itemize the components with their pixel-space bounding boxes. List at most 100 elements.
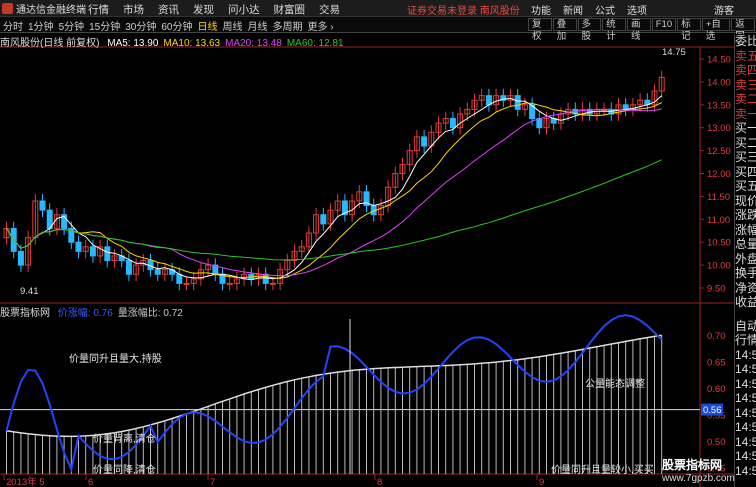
side-panel-item[interactable]: 14:5 <box>735 420 756 435</box>
side-panel-item[interactable]: 总量 <box>735 237 756 252</box>
side-panel-item[interactable]: 涨幅 <box>735 223 756 238</box>
menu-ask[interactable]: 问小达 <box>228 2 260 17</box>
quote-side-panel: 委比 卖五 卖四 卖三 卖二 卖一 买一 买二 买三 买四 买五 现价 涨跌 涨幅 总量 外盘 换手 净资 收益自动… <box>734 34 756 487</box>
chart-tools: 复权叠加多股统计画线F10标记+自选返回 <box>528 18 756 42</box>
menu-news[interactable]: 资讯 <box>158 2 179 17</box>
side-panel-item[interactable]: 行情 <box>735 333 756 348</box>
app-logo: 通达信金融终端 <box>2 2 86 16</box>
side-panel-item[interactable]: 换手 <box>735 266 756 281</box>
price-axis-label: 13.50 <box>707 100 731 111</box>
side-panel-item[interactable]: 14:5 <box>735 449 756 464</box>
side-panel-item[interactable]: 买三 <box>735 150 756 165</box>
indicator-info-bar: 股票指标网 价涨幅: 0.76 量涨幅比: 0.72 <box>0 304 188 319</box>
price-axis-label: 9.50 <box>707 284 726 295</box>
price-axis-label: 14.50 <box>707 55 731 66</box>
tool-button[interactable]: 统计 <box>602 18 626 42</box>
side-panel-item[interactable]: 14:5 <box>735 406 756 421</box>
candle-body <box>269 282 276 285</box>
indicator-axis-label: 0.65 <box>707 357 726 368</box>
price-axis-label: 13.00 <box>707 123 731 134</box>
tool-button[interactable]: 多股 <box>577 18 602 42</box>
menu-trade[interactable]: 交易 <box>319 2 340 17</box>
menu-formula[interactable]: 公式 <box>595 2 615 17</box>
trade-login-notice[interactable]: 证券交易未登录 南风股份 <box>407 2 520 17</box>
candle-body <box>39 200 46 211</box>
period-tab[interactable]: 30分钟 <box>124 18 157 33</box>
side-panel-item[interactable]: 卖四 <box>735 63 756 78</box>
side-panel-item[interactable]: 买二 <box>735 136 756 151</box>
side-panel-item[interactable]: 涨跌 <box>735 208 756 223</box>
side-panel-item[interactable]: 委比 <box>735 34 756 49</box>
side-panel-item[interactable]: 14:5 <box>735 362 756 377</box>
menu-discover[interactable]: 发现 <box>193 2 214 17</box>
side-panel-item[interactable]: 买五 <box>735 179 756 194</box>
period-tab[interactable]: 5分钟 <box>58 18 86 33</box>
menu-markets[interactable]: 市场 <box>123 2 144 17</box>
side-panel-item[interactable]: 现价 <box>735 194 756 209</box>
tool-button[interactable]: 标记 <box>677 18 701 42</box>
ma-value: MA60: 12.81 <box>286 38 344 49</box>
date-axis-label: 2013年 5 <box>6 476 45 487</box>
side-panel-item[interactable]: 外盘 <box>735 252 756 267</box>
kline-chart[interactable]: 14.50 14.00 13.50 13.00 12.50 12.00 11.50 11.00… <box>0 34 734 487</box>
candle-body <box>421 136 428 147</box>
menu-function[interactable]: 功能 <box>531 2 551 17</box>
top-right-menu: 功能 新闻 公式 选项 <box>531 2 647 17</box>
side-panel-item[interactable]: 卖二 <box>735 92 756 107</box>
side-panel-item[interactable]: 14:5 <box>735 435 756 450</box>
period-tab[interactable]: 日线 <box>197 18 219 33</box>
period-tab[interactable]: 月线 <box>247 18 269 33</box>
period-tab[interactable]: 更多 › <box>307 18 335 33</box>
period-tab[interactable]: 60分钟 <box>160 18 193 33</box>
indicator-name[interactable]: 股票指标网 <box>0 308 50 319</box>
candle-body <box>104 246 111 262</box>
indicator-axis-label: 0.50 <box>707 437 726 448</box>
period-tab[interactable]: 周线 <box>222 18 244 33</box>
side-panel-item[interactable]: 卖三 <box>735 78 756 93</box>
candle-body <box>75 241 82 252</box>
indicator-value: 量涨幅比: 0.72 <box>117 308 183 319</box>
side-panel-item[interactable]: 14:5 <box>735 464 756 479</box>
ma-value: MA20: 13.48 <box>225 38 282 49</box>
indicator-value: 价涨幅: 0.76 <box>57 308 113 319</box>
date-axis-label: 7 <box>210 477 215 487</box>
tool-button[interactable]: 返回 <box>731 18 755 42</box>
ma60-line <box>6 159 662 261</box>
side-panel-item[interactable]: 自动 <box>735 319 756 334</box>
tool-button[interactable]: 叠加 <box>552 18 577 42</box>
period-toolbar: 分时 1分钟 5分钟 15分钟 30分钟 60分钟 日线 周线 月线 多周期 更多 › 复权 叠加 多股… <box>0 17 756 42</box>
candle-body <box>17 250 24 266</box>
price-high-label: 14.75 <box>662 47 686 58</box>
period-tab[interactable]: 15分钟 <box>88 18 121 33</box>
side-panel-item[interactable]: 14:5 <box>735 391 756 406</box>
candle-body <box>514 95 521 110</box>
menu-news-right[interactable]: 新闻 <box>563 2 583 17</box>
tool-button[interactable]: F10 <box>651 18 677 31</box>
side-panel-item[interactable]: 买一 <box>735 121 756 136</box>
tool-button[interactable]: +自选 <box>701 18 731 42</box>
side-panel-item[interactable]: 14:5 <box>735 377 756 392</box>
logo-icon <box>2 3 13 14</box>
menu-options[interactable]: 选项 <box>627 2 647 17</box>
menu-market[interactable]: 行情 <box>88 2 109 17</box>
watermark-title: 股票指标网 <box>662 458 723 472</box>
tool-button[interactable]: 画线 <box>627 18 651 42</box>
guest-user[interactable]: 游客 <box>714 2 734 17</box>
period-tab[interactable]: 1分钟 <box>27 18 55 33</box>
period-tab[interactable]: 多周期 <box>272 18 304 33</box>
side-panel-item[interactable]: 卖一 <box>735 107 756 122</box>
period-tab[interactable]: 分时 <box>2 18 24 33</box>
indicator-axis-label: 0.60 <box>707 384 726 395</box>
ma-value: MA5: 13.90 <box>107 38 159 49</box>
indicator-hline-label: 0.56 <box>703 405 722 416</box>
candle-body <box>320 214 327 225</box>
side-panel-item[interactable]: 净资 <box>735 281 756 296</box>
price-axis-label: 11.50 <box>707 192 730 203</box>
side-panel-item[interactable]: 买四 <box>735 165 756 180</box>
side-panel-item[interactable]: 收益 <box>735 295 756 310</box>
tool-button[interactable]: 复权 <box>528 18 552 42</box>
side-panel-item[interactable]: 卖五 <box>735 49 756 64</box>
menu-wealth[interactable]: 财富圈 <box>274 2 306 17</box>
date-axis-label: 8 <box>377 477 382 487</box>
side-panel-item[interactable]: 14:5 <box>735 348 756 363</box>
